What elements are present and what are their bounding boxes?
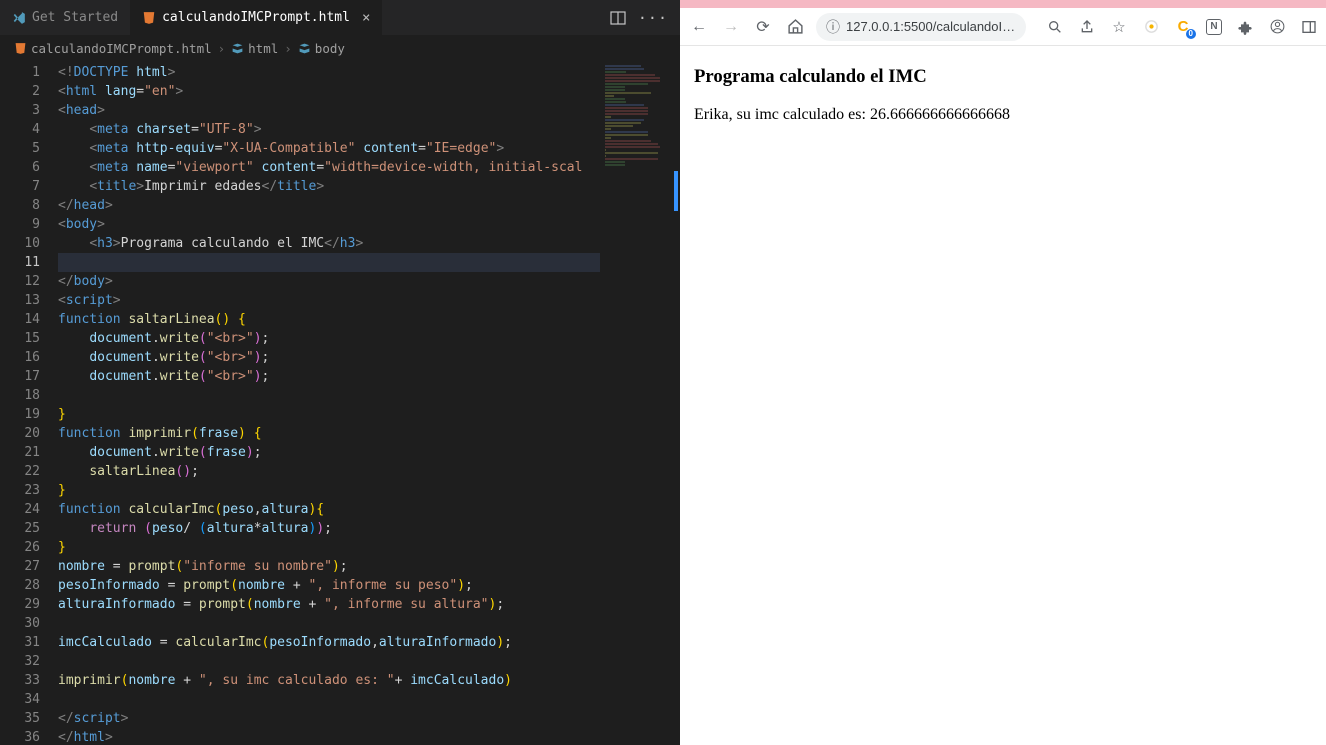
url-text: 127.0.0.1:5500/calculandoI… <box>846 19 1015 34</box>
tab-file-active[interactable]: calculandoIMCPrompt.html × <box>130 0 382 35</box>
code-area[interactable]: <!DOCTYPE html><html lang="en"><head> <m… <box>58 61 680 745</box>
breadcrumb-file[interactable]: calculandoIMCPrompt.html <box>31 41 212 56</box>
tab-actions: ··· <box>610 9 680 27</box>
back-button[interactable]: ← <box>688 16 710 38</box>
home-icon <box>787 18 804 35</box>
close-icon[interactable]: × <box>362 10 370 26</box>
page-heading: Programa calculando el IMC <box>694 66 1312 88</box>
symbol-icon <box>298 42 311 55</box>
reload-button[interactable]: ⟳ <box>752 16 774 38</box>
symbol-icon <box>231 42 244 55</box>
account-icon[interactable] <box>1268 18 1286 36</box>
more-icon[interactable]: ··· <box>638 9 668 27</box>
address-bar[interactable]: ⓘ 127.0.0.1:5500/calculandoI… <box>816 13 1026 41</box>
rendered-page: Programa calculando el IMC Erika, su imc… <box>680 46 1326 745</box>
zoom-icon[interactable] <box>1046 18 1064 36</box>
html-file-icon <box>142 11 156 25</box>
tab-get-started[interactable]: Get Started <box>0 0 130 35</box>
html-file-icon <box>14 42 27 55</box>
extension-icon[interactable] <box>1142 18 1160 36</box>
tab-label: Get Started <box>32 10 118 25</box>
share-icon[interactable] <box>1078 18 1096 36</box>
minimap[interactable] <box>600 61 680 745</box>
vscode-pane: Get Started calculandoIMCPrompt.html × ·… <box>0 0 680 745</box>
browser-toolbar: ← → ⟳ ⓘ 127.0.0.1:5500/calculandoI… ☆ C … <box>680 8 1326 46</box>
home-button[interactable] <box>784 16 806 38</box>
breadcrumb-html[interactable]: html <box>248 41 278 56</box>
page-output: Erika, su imc calculado es: 26.666666666… <box>694 106 1312 124</box>
line-gutter: 1234567891011121314151617181920212223242… <box>0 61 58 745</box>
chevron-right-icon: › <box>218 41 226 56</box>
vscode-icon <box>12 11 26 25</box>
notion-icon[interactable]: N <box>1206 19 1222 35</box>
forward-button[interactable]: → <box>720 16 742 38</box>
bookmark-icon[interactable]: ☆ <box>1110 18 1128 36</box>
extension-badge-icon[interactable]: C <box>1174 18 1192 36</box>
scrollbar-indicator[interactable] <box>674 171 678 211</box>
extensions-icon[interactable] <box>1236 18 1254 36</box>
toolbar-right: ☆ C N <box>1046 18 1318 36</box>
breadcrumb-body[interactable]: body <box>315 41 345 56</box>
editor[interactable]: 1234567891011121314151617181920212223242… <box>0 61 680 745</box>
breadcrumb: calculandoIMCPrompt.html › html › body <box>0 35 680 61</box>
tab-label: calculandoIMCPrompt.html <box>162 10 350 25</box>
browser-tab-strip[interactable] <box>680 0 1326 8</box>
editor-tab-bar: Get Started calculandoIMCPrompt.html × ·… <box>0 0 680 35</box>
browser-pane: ← → ⟳ ⓘ 127.0.0.1:5500/calculandoI… ☆ C … <box>680 0 1326 745</box>
split-editor-icon[interactable] <box>610 10 626 26</box>
sidepanel-icon[interactable] <box>1300 18 1318 36</box>
site-info-icon[interactable]: ⓘ <box>826 17 840 37</box>
chevron-right-icon: › <box>284 41 292 56</box>
